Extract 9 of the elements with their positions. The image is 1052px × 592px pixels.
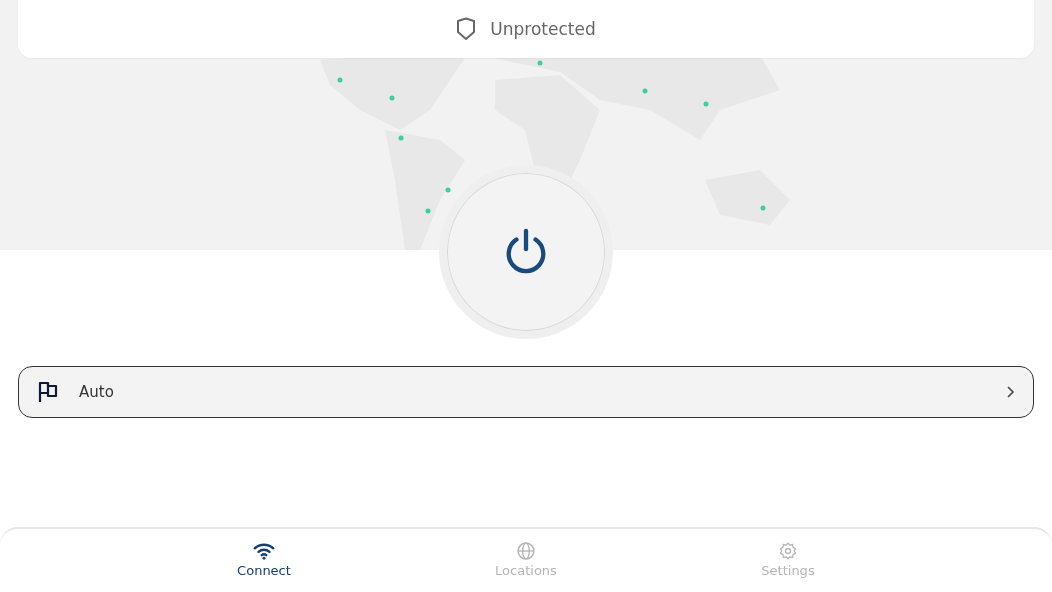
flag-icon	[37, 381, 59, 403]
wifi-icon	[253, 541, 275, 561]
settings-icon	[777, 541, 799, 561]
chevron-right-icon	[1005, 385, 1015, 399]
location-selector[interactable]: Auto	[18, 366, 1034, 418]
tab[interactable]: Connect	[218, 529, 310, 592]
globe-icon	[515, 541, 537, 561]
status-text: Unprotected	[490, 19, 596, 39]
shield-icon	[456, 17, 477, 41]
